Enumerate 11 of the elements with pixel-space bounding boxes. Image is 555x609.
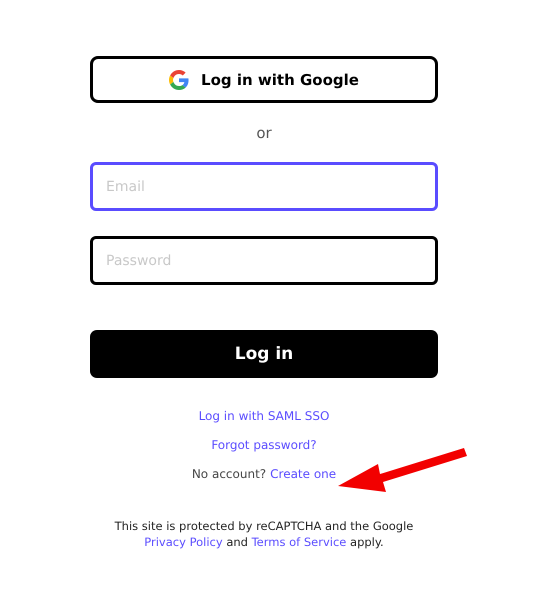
recaptcha-notice: This site is protected by reCAPTCHA and the Google Privacy Policy and Terms of Service apply. bbox=[114, 518, 414, 550]
policy-link[interactable]: Terms of Service bbox=[252, 535, 346, 549]
login-button[interactable]: Log in bbox=[90, 330, 438, 378]
google-g-icon bbox=[169, 70, 190, 90]
separator-text: or bbox=[256, 124, 272, 142]
text-link[interactable]: Forgot password? bbox=[211, 438, 317, 452]
text-link[interactable]: Log in with SAML SSO bbox=[198, 409, 330, 423]
policy-link[interactable]: Privacy Policy bbox=[144, 535, 223, 549]
signup-prompt: No account? bbox=[192, 467, 266, 481]
google-login-button[interactable]: Log in with Google bbox=[90, 56, 438, 103]
create-account-link[interactable]: Create one bbox=[270, 467, 336, 481]
